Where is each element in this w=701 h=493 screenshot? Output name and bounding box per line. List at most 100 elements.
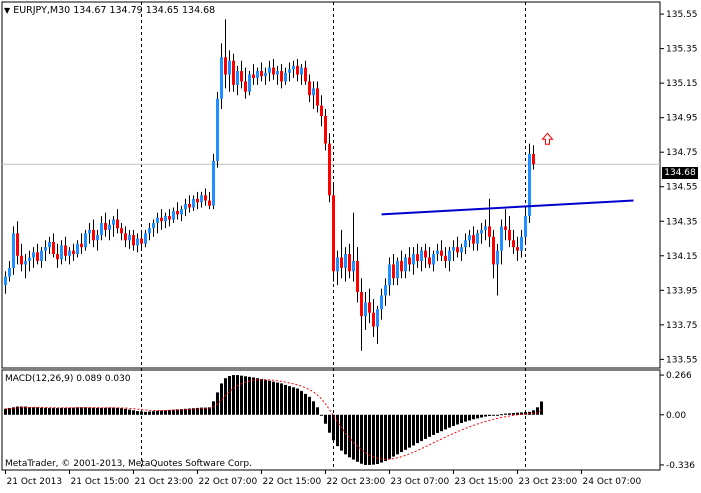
chart-window[interactable]: 135.55 135.35 135.15 134.95 134.75 134.55 134.…	[0, 0, 701, 490]
macd-histogram-bar	[60, 407, 63, 415]
candle-body	[104, 222, 107, 230]
candle-body	[280, 71, 283, 82]
candle-body	[128, 235, 131, 241]
macd-histogram-bar	[496, 414, 499, 416]
macd-histogram-bar	[380, 414, 383, 463]
candle-body	[292, 65, 295, 70]
macd-axis-label: -0.336	[666, 461, 695, 471]
candle-body	[164, 216, 167, 222]
candle-body	[324, 115, 327, 144]
macd-histogram-bar	[84, 407, 87, 415]
macd-histogram-bar	[48, 408, 51, 415]
candle-body	[28, 257, 31, 261]
macd-histogram-bar	[88, 407, 91, 415]
macd-histogram-bar	[460, 414, 463, 423]
candle-body	[184, 203, 187, 210]
candle-body	[160, 217, 163, 222]
candle-body	[256, 71, 259, 78]
candle-body	[524, 216, 527, 237]
candle-body	[252, 74, 255, 78]
macd-histogram-bar	[416, 414, 419, 444]
macd-histogram-bar	[44, 407, 47, 415]
candle-body	[436, 250, 439, 255]
macd-histogram-bar	[504, 413, 507, 415]
macd-histogram-bar	[284, 384, 287, 415]
time-axis-label: 23 Oct 15:00	[455, 477, 514, 487]
macd-histogram-bar	[428, 414, 431, 437]
candle-body	[408, 257, 411, 265]
candle-body	[72, 250, 75, 255]
candle-body	[192, 198, 195, 208]
candle-body	[264, 72, 267, 77]
macd-histogram-bar	[412, 414, 415, 446]
candle-body	[396, 260, 399, 279]
time-axis-label: 23 Oct 23:00	[519, 477, 578, 487]
macd-histogram-bar	[456, 414, 459, 425]
copyright-text: MetaTrader, © 2001-2013, MetaQuotes Soft…	[5, 459, 252, 469]
macd-histogram-bar	[396, 414, 399, 455]
candle-body	[364, 302, 367, 317]
macd-histogram-bar	[492, 414, 495, 416]
trendline[interactable]	[381, 199, 634, 216]
candle-body	[480, 229, 483, 234]
candle-body	[476, 233, 479, 244]
macd-histogram-bar	[316, 407, 319, 415]
candle-body	[116, 219, 119, 229]
macd-histogram-bar	[408, 414, 411, 448]
candle-body	[288, 69, 291, 73]
macd-histogram-bar	[332, 414, 335, 441]
macd-histogram-bar	[36, 407, 39, 415]
macd-histogram-bar	[400, 414, 403, 453]
macd-histogram-bar	[164, 410, 167, 415]
macd-axis-label: 0.00	[666, 411, 686, 421]
macd-histogram-bar	[56, 408, 59, 415]
candle-body	[400, 260, 403, 272]
candle-body	[316, 88, 319, 106]
macd-histogram-bar	[352, 414, 355, 460]
candle-body	[500, 226, 503, 251]
macd-histogram-bar	[236, 375, 239, 415]
candle-body	[492, 236, 495, 265]
candle-body	[300, 67, 303, 75]
macd-histogram-bar	[328, 414, 331, 433]
triangle-down-icon[interactable]: ▼	[4, 6, 10, 15]
macd-histogram-bar	[392, 414, 395, 457]
macd-histogram-bar	[452, 414, 455, 426]
time-axis-label: 22 Oct 23:00	[327, 477, 386, 487]
candle-body	[180, 209, 183, 215]
macd-histogram-bar	[336, 414, 339, 447]
candle-body	[96, 235, 99, 241]
candle-body	[4, 276, 7, 286]
candle-body	[508, 229, 511, 241]
candle-body	[268, 67, 271, 73]
macd-histogram-bar	[360, 414, 363, 464]
macd-histogram-bar	[96, 407, 99, 415]
chart-canvas[interactable]: 135.55 135.35 135.15 134.95 134.75 134.55 134.…	[0, 0, 701, 490]
candle-body	[232, 60, 235, 85]
macd-histogram-bar	[364, 414, 367, 465]
candle-body	[60, 245, 63, 260]
macd-axis-label: 0.266	[666, 371, 692, 381]
macd-histogram-bar	[264, 379, 267, 415]
macd-histogram-bar	[100, 407, 103, 415]
candle-body	[368, 302, 371, 313]
candle-body	[148, 228, 151, 234]
macd-histogram-bar	[260, 378, 263, 415]
time-axis-label: 21 Oct 15:00	[71, 477, 130, 487]
candle-body	[16, 233, 19, 256]
up-arrow-icon[interactable]	[541, 132, 554, 145]
macd-histogram-bar	[532, 410, 535, 415]
macd-histogram-bar	[296, 388, 299, 415]
candle-body	[440, 250, 443, 256]
candle-body	[240, 71, 243, 82]
macd-histogram-bar	[256, 378, 259, 415]
candle-body	[168, 216, 171, 220]
macd-histogram-bar	[512, 412, 515, 415]
macd-histogram-bar	[80, 407, 83, 415]
candle-body	[336, 257, 339, 272]
price-axis-label: 134.35	[666, 217, 698, 227]
candle-body	[428, 257, 431, 265]
macd-histogram-bar	[432, 414, 435, 435]
candle-body	[384, 285, 387, 296]
candle-body	[340, 257, 343, 268]
